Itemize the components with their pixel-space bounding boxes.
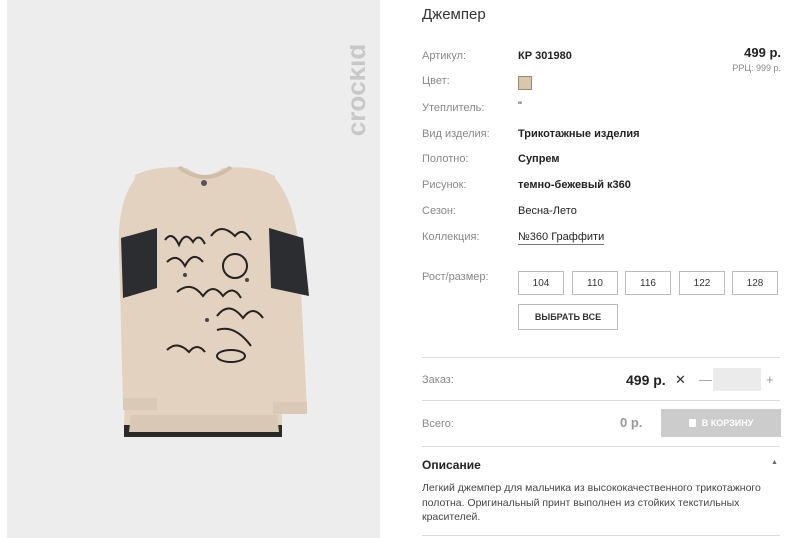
attr-value-product-type: Трикотажные изделия	[518, 128, 640, 140]
chevron-up-icon[interactable]: ▲	[771, 459, 778, 466]
svg-text:crockid: crockid	[350, 44, 371, 137]
size-option[interactable]: 110	[572, 271, 618, 295]
attr-value-pattern: темно-бежевый к360	[518, 179, 631, 191]
size-option[interactable]: 122	[679, 271, 725, 295]
order-label: Заказ:	[422, 374, 454, 386]
description-title[interactable]: Описание	[422, 458, 481, 472]
size-label: Рост/размер:	[422, 271, 489, 283]
attr-value-season: Весна-Лето	[518, 205, 577, 217]
color-swatch[interactable]	[518, 76, 532, 90]
attr-label-season: Сезон:	[422, 205, 456, 217]
collection-link[interactable]: №360 Граффити	[518, 231, 605, 245]
divider	[422, 446, 780, 447]
description-text: Легкий джемпер для мальчика из высококач…	[422, 482, 761, 523]
jumper-image	[118, 166, 309, 437]
attr-value-fabric: Супрем	[518, 153, 560, 165]
decrease-quantity-button[interactable]: —	[699, 372, 712, 387]
attr-label-product-type: Вид изделия:	[422, 128, 490, 140]
attr-label-collection: Коллекция:	[422, 231, 480, 243]
quantity-input[interactable]	[713, 368, 761, 391]
cart-icon	[688, 419, 696, 427]
add-to-cart-button[interactable]: В КОРЗИНУ	[661, 409, 781, 437]
select-all-sizes-button[interactable]: ВЫБРАТЬ ВСЕ	[518, 304, 618, 330]
crockid-logo: crockid	[350, 44, 371, 137]
increase-quantity-button[interactable]: +	[766, 372, 774, 387]
product-photo[interactable]: crockid	[7, 0, 380, 538]
total-label: Всего:	[422, 418, 454, 430]
divider	[422, 400, 780, 401]
divider	[422, 535, 780, 536]
attr-label-article: Артикул:	[422, 50, 467, 62]
product-title: Джемпер	[422, 6, 486, 23]
order-price: 499 р.	[626, 372, 666, 388]
attr-label-color: Цвет:	[422, 75, 450, 87]
size-option[interactable]: 128	[732, 271, 778, 295]
total-value: 0 р.	[620, 415, 643, 430]
attr-label-pattern: Рисунок:	[422, 179, 467, 191]
attr-label-insulation: Утеплитель:	[422, 102, 485, 114]
size-option[interactable]: 116	[625, 271, 671, 295]
attr-value-insulation: "	[518, 100, 522, 112]
recommended-price: РРЦ: 999 р.	[732, 63, 781, 73]
divider	[422, 357, 780, 358]
attr-label-fabric: Полотно:	[422, 153, 469, 165]
add-to-cart-label: В КОРЗИНУ	[701, 418, 754, 428]
size-option[interactable]: 104	[518, 271, 564, 295]
product-price: 499 р.	[744, 45, 781, 60]
attr-value-article: КР 301980	[518, 50, 572, 62]
multiply-icon: ✕	[675, 372, 686, 387]
